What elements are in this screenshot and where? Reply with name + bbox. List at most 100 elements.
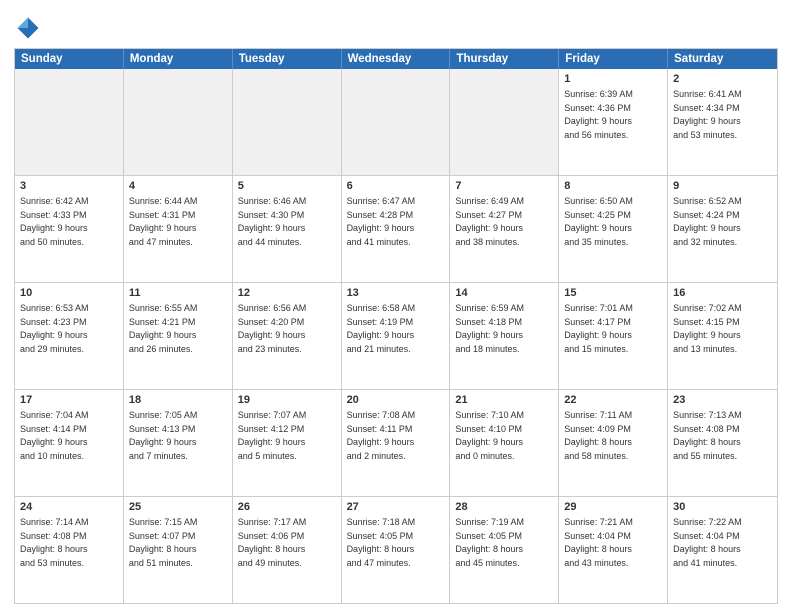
day-cell-8: 8 Sunrise: 6:50 AM Sunset: 4:25 PM Daylig… <box>559 176 668 282</box>
day-number: 12 <box>238 286 336 301</box>
day-info: Sunrise: 6:41 AM Sunset: 4:34 PM Dayligh… <box>673 89 742 140</box>
day-cell-23: 23Sunrise: 7:13 AM Sunset: 4:08 PM Dayli… <box>668 390 777 496</box>
day-info: Sunrise: 7:21 AM Sunset: 4:04 PM Dayligh… <box>564 517 633 568</box>
day-number: 20 <box>347 393 445 408</box>
day-number: 25 <box>129 500 227 515</box>
calendar: SundayMondayTuesdayWednesdayThursdayFrid… <box>14 48 778 604</box>
day-number: 24 <box>20 500 118 515</box>
day-info: Sunrise: 6:56 AM Sunset: 4:20 PM Dayligh… <box>238 303 307 354</box>
header-day-monday: Monday <box>124 49 233 69</box>
day-info: Sunrise: 6:44 AM Sunset: 4:31 PM Dayligh… <box>129 196 198 247</box>
logo <box>14 14 46 42</box>
day-info: Sunrise: 6:50 AM Sunset: 4:25 PM Dayligh… <box>564 196 633 247</box>
page: SundayMondayTuesdayWednesdayThursdayFrid… <box>0 0 792 612</box>
day-number: 3 <box>20 179 118 194</box>
header-day-tuesday: Tuesday <box>233 49 342 69</box>
empty-cell <box>450 69 559 175</box>
calendar-week-5: 24 Sunrise: 7:14 AM Sunset: 4:08 PM Dayli… <box>15 497 777 603</box>
day-number: 7 <box>455 179 553 194</box>
day-number: 9 <box>673 179 772 194</box>
day-cell-15: 15 Sunrise: 7:01 AM Sunset: 4:17 PM Dayli… <box>559 283 668 389</box>
header-day-wednesday: Wednesday <box>342 49 451 69</box>
day-number: 6 <box>347 179 445 194</box>
day-info: Sunrise: 7:13 AM Sunset: 4:08 PM Dayligh… <box>673 410 742 461</box>
day-number: 1 <box>564 72 662 87</box>
day-cell-16: 16 Sunrise: 7:02 AM Sunset: 4:15 PM Dayli… <box>668 283 777 389</box>
day-cell-9: 9 Sunrise: 6:52 AM Sunset: 4:24 PM Daylig… <box>668 176 777 282</box>
day-cell-20: 20 Sunrise: 7:08 AM Sunset: 4:11 PM Dayli… <box>342 390 451 496</box>
day-info: Sunrise: 7:10 AM Sunset: 4:10 PM Dayligh… <box>455 410 524 461</box>
day-cell-17: 17 Sunrise: 7:04 AM Sunset: 4:14 PM Dayli… <box>15 390 124 496</box>
day-cell-12: 12 Sunrise: 6:56 AM Sunset: 4:20 PM Dayli… <box>233 283 342 389</box>
day-number: 16 <box>673 286 772 301</box>
empty-cell <box>15 69 124 175</box>
day-info: Sunrise: 7:17 AM Sunset: 4:06 PM Dayligh… <box>238 517 307 568</box>
day-cell-24: 24 Sunrise: 7:14 AM Sunset: 4:08 PM Dayli… <box>15 497 124 603</box>
day-cell-18: 18 Sunrise: 7:05 AM Sunset: 4:13 PM Dayli… <box>124 390 233 496</box>
day-cell-11: 11 Sunrise: 6:55 AM Sunset: 4:21 PM Dayli… <box>124 283 233 389</box>
calendar-body: 1Sunrise: 6:39 AM Sunset: 4:36 PM Daylig… <box>15 69 777 603</box>
day-cell-25: 25 Sunrise: 7:15 AM Sunset: 4:07 PM Dayli… <box>124 497 233 603</box>
day-number: 26 <box>238 500 336 515</box>
day-cell-3: 3 Sunrise: 6:42 AM Sunset: 4:33 PM Daylig… <box>15 176 124 282</box>
day-info: Sunrise: 7:05 AM Sunset: 4:13 PM Dayligh… <box>129 410 198 461</box>
day-info: Sunrise: 7:04 AM Sunset: 4:14 PM Dayligh… <box>20 410 89 461</box>
day-cell-30: 30 Sunrise: 7:22 AM Sunset: 4:04 PM Dayli… <box>668 497 777 603</box>
day-info: Sunrise: 7:01 AM Sunset: 4:17 PM Dayligh… <box>564 303 633 354</box>
day-info: Sunrise: 7:08 AM Sunset: 4:11 PM Dayligh… <box>347 410 416 461</box>
day-cell-26: 26 Sunrise: 7:17 AM Sunset: 4:06 PM Dayli… <box>233 497 342 603</box>
day-info: Sunrise: 7:11 AM Sunset: 4:09 PM Dayligh… <box>564 410 632 461</box>
day-info: Sunrise: 6:42 AM Sunset: 4:33 PM Dayligh… <box>20 196 89 247</box>
header-day-saturday: Saturday <box>668 49 777 69</box>
day-cell-22: 22Sunrise: 7:11 AM Sunset: 4:09 PM Dayli… <box>559 390 668 496</box>
day-number: 29 <box>564 500 662 515</box>
day-cell-6: 6 Sunrise: 6:47 AM Sunset: 4:28 PM Daylig… <box>342 176 451 282</box>
day-cell-14: 14Sunrise: 6:59 AM Sunset: 4:18 PM Dayli… <box>450 283 559 389</box>
calendar-week-4: 17 Sunrise: 7:04 AM Sunset: 4:14 PM Dayli… <box>15 390 777 497</box>
day-number: 11 <box>129 286 227 301</box>
day-info: Sunrise: 6:55 AM Sunset: 4:21 PM Dayligh… <box>129 303 198 354</box>
header-day-friday: Friday <box>559 49 668 69</box>
day-cell-27: 27Sunrise: 7:18 AM Sunset: 4:05 PM Dayli… <box>342 497 451 603</box>
day-number: 10 <box>20 286 118 301</box>
empty-cell <box>342 69 451 175</box>
day-info: Sunrise: 7:02 AM Sunset: 4:15 PM Dayligh… <box>673 303 742 354</box>
day-info: Sunrise: 7:15 AM Sunset: 4:07 PM Dayligh… <box>129 517 198 568</box>
day-info: Sunrise: 7:14 AM Sunset: 4:08 PM Dayligh… <box>20 517 89 568</box>
day-cell-29: 29 Sunrise: 7:21 AM Sunset: 4:04 PM Dayli… <box>559 497 668 603</box>
day-number: 28 <box>455 500 553 515</box>
header-day-thursday: Thursday <box>450 49 559 69</box>
day-cell-2: 2 Sunrise: 6:41 AM Sunset: 4:34 PM Daylig… <box>668 69 777 175</box>
day-number: 17 <box>20 393 118 408</box>
day-number: 30 <box>673 500 772 515</box>
calendar-week-3: 10Sunrise: 6:53 AM Sunset: 4:23 PM Dayli… <box>15 283 777 390</box>
day-info: Sunrise: 6:59 AM Sunset: 4:18 PM Dayligh… <box>455 303 524 354</box>
day-number: 15 <box>564 286 662 301</box>
day-cell-13: 13Sunrise: 6:58 AM Sunset: 4:19 PM Dayli… <box>342 283 451 389</box>
day-number: 2 <box>673 72 772 87</box>
header <box>14 10 778 42</box>
day-number: 4 <box>129 179 227 194</box>
logo-icon <box>14 14 42 42</box>
day-number: 18 <box>129 393 227 408</box>
day-info: Sunrise: 7:18 AM Sunset: 4:05 PM Dayligh… <box>347 517 416 568</box>
header-day-sunday: Sunday <box>15 49 124 69</box>
calendar-header: SundayMondayTuesdayWednesdayThursdayFrid… <box>15 49 777 69</box>
day-info: Sunrise: 7:22 AM Sunset: 4:04 PM Dayligh… <box>673 517 742 568</box>
day-cell-7: 7 Sunrise: 6:49 AM Sunset: 4:27 PM Daylig… <box>450 176 559 282</box>
day-info: Sunrise: 6:49 AM Sunset: 4:27 PM Dayligh… <box>455 196 524 247</box>
empty-cell <box>124 69 233 175</box>
day-cell-4: 4 Sunrise: 6:44 AM Sunset: 4:31 PM Daylig… <box>124 176 233 282</box>
day-info: Sunrise: 6:52 AM Sunset: 4:24 PM Dayligh… <box>673 196 742 247</box>
day-cell-5: 5Sunrise: 6:46 AM Sunset: 4:30 PM Daylig… <box>233 176 342 282</box>
empty-cell <box>233 69 342 175</box>
day-info: Sunrise: 6:47 AM Sunset: 4:28 PM Dayligh… <box>347 196 416 247</box>
day-cell-1: 1Sunrise: 6:39 AM Sunset: 4:36 PM Daylig… <box>559 69 668 175</box>
day-number: 8 <box>564 179 662 194</box>
calendar-week-1: 1Sunrise: 6:39 AM Sunset: 4:36 PM Daylig… <box>15 69 777 176</box>
day-info: Sunrise: 6:46 AM Sunset: 4:30 PM Dayligh… <box>238 196 307 247</box>
day-cell-19: 19Sunrise: 7:07 AM Sunset: 4:12 PM Dayli… <box>233 390 342 496</box>
day-info: Sunrise: 6:58 AM Sunset: 4:19 PM Dayligh… <box>347 303 416 354</box>
day-info: Sunrise: 7:19 AM Sunset: 4:05 PM Dayligh… <box>455 517 524 568</box>
calendar-week-2: 3 Sunrise: 6:42 AM Sunset: 4:33 PM Daylig… <box>15 176 777 283</box>
